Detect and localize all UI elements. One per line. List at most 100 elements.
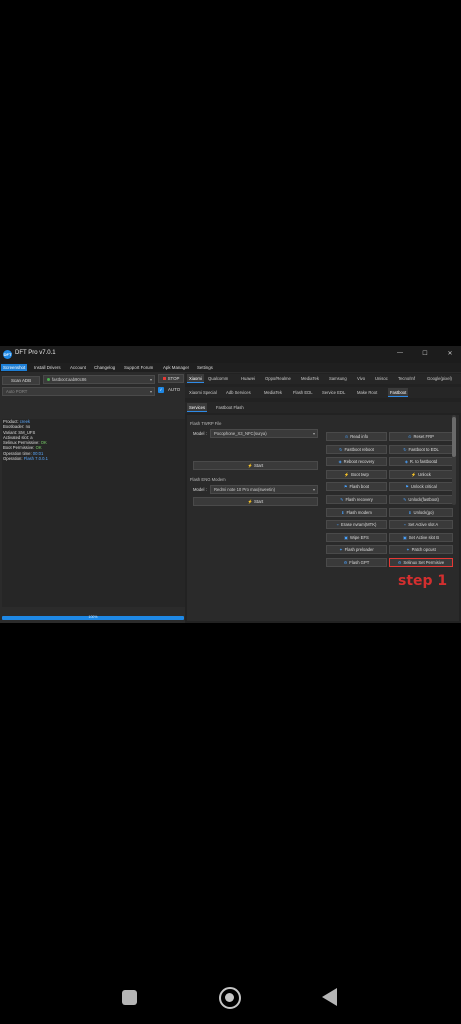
stop-icon <box>162 377 166 381</box>
eng-start-button[interactable]: ⚡ Start <box>193 497 318 506</box>
log-key: Operation time: <box>3 450 33 456</box>
twrp-model-value: Pocophone_X3_NFC(surya) <box>214 431 267 436</box>
port-select[interactable]: Auto PORT ▾ <box>2 387 155 396</box>
service-button-0-0[interactable]: ⊙ Read info <box>326 432 387 441</box>
fastboot-tab-0[interactable]: Services <box>187 403 208 412</box>
service-button-6-0[interactable]: ⬇ Flash modem <box>326 507 387 517</box>
vendor-tab-8[interactable]: Tecno/Inf <box>396 374 417 383</box>
menu-changelog[interactable]: Changelog <box>92 364 117 371</box>
subtab-5[interactable]: Make Root <box>355 388 379 397</box>
service-button-9-0[interactable]: ✦ Flash preloader <box>326 545 387 555</box>
service-label: Selinux Set Permisive <box>403 560 445 565</box>
twrp-start-button[interactable]: ⚡ Start <box>193 461 318 470</box>
service-button-10-0[interactable]: ⚙ Flash GPT <box>326 558 387 567</box>
service-button-1-1[interactable]: ↻ Fastboot to EDL <box>389 444 453 454</box>
service-icon: ⚡ <box>411 471 417 477</box>
menu-screenshot[interactable]: Screenshot <box>1 364 28 371</box>
service-label: Wipe EFS <box>349 534 369 540</box>
service-icon: ⊙ <box>408 434 412 439</box>
vendor-tab-2[interactable]: Huawei <box>239 374 257 383</box>
log-value: no <box>25 424 31 430</box>
subtab-0[interactable]: Xiaomi Special <box>187 388 219 397</box>
vendor-tab-1[interactable]: Qualcomm <box>206 374 230 383</box>
stop-button[interactable]: STOP <box>158 374 184 383</box>
vendor-tab-7[interactable]: Unisoc <box>373 374 390 383</box>
service-button-9-1[interactable]: ✦ Patch opcust <box>389 545 453 555</box>
vendor-tab-9[interactable]: Google(pixel) <box>425 374 454 383</box>
service-button-7-1[interactable]: ⌁ Set Active slot A <box>389 520 453 530</box>
menu-settings[interactable]: Settings <box>195 364 215 371</box>
menu-apk-manager[interactable]: Apk Manager <box>161 364 191 371</box>
service-button-2-1[interactable]: ◈ R. to fastbootd <box>389 457 453 467</box>
service-label: Flash preloader <box>344 547 374 553</box>
service-icon: ⬇ <box>408 509 412 515</box>
service-button-4-1[interactable]: ⚑ Unlock critical <box>389 482 453 492</box>
eng-model-select[interactable]: Redmi note 10 Pro max(sweetin) ▾ <box>210 485 318 494</box>
twrp-model-label: Model : <box>193 431 207 436</box>
auto-checkbox[interactable]: ✓ <box>158 387 164 393</box>
service-button-5-0[interactable]: ✎ Flash recovery <box>326 495 387 504</box>
vendor-tab-4[interactable]: MediaTek <box>299 374 321 383</box>
close-button[interactable]: ✕ <box>445 350 455 357</box>
service-icon: ✎ <box>340 497 344 502</box>
service-button-8-1[interactable]: ▣ Set Active slot B <box>389 532 453 542</box>
vendor-tab-5[interactable]: Samsung <box>327 374 349 383</box>
stop-label: STOP <box>167 376 180 381</box>
service-label: Reboot recovery <box>343 459 375 465</box>
service-button-5-1[interactable]: ✎ Unlock(fastboot) <box>389 495 453 504</box>
recent-apps-icon[interactable] <box>122 990 137 1005</box>
service-button-6-1[interactable]: ⬇ Unlock(go) <box>389 507 453 517</box>
service-button-7-0[interactable]: ⌁ Erase nvram(MTK) <box>326 520 387 530</box>
service-icon: ⌁ <box>403 522 407 528</box>
device-select[interactable]: fastboot:aab90c86 ▾ <box>43 375 155 384</box>
service-button-4-0[interactable]: ⚑ Flash boot <box>326 482 387 492</box>
log-value: creek <box>19 419 31 424</box>
twrp-group-label: Flash TWRP File <box>190 421 222 426</box>
eng-model-value: Redmi note 10 Pro max(sweetin) <box>214 487 275 492</box>
subtab-1[interactable]: Adb Services <box>224 388 253 397</box>
scan-adb-button[interactable]: Scan ADB <box>2 376 40 385</box>
service-label: Flash modem <box>346 509 372 515</box>
services-content: Flash TWRP File Model : Pocophone_X3_NFC… <box>187 415 459 621</box>
subtab-3[interactable]: Flash EDL <box>291 388 315 397</box>
service-label: Flash recovery <box>345 497 373 502</box>
subtab-6[interactable]: Fastboot <box>388 388 409 397</box>
service-button-8-0[interactable]: ▣ Wipe EFS <box>326 532 387 542</box>
fastboot-tab-1[interactable]: Fastboot Flash <box>214 403 246 412</box>
android-navigation-bar <box>0 966 461 1024</box>
vendor-tabs: Xiaomi Qualcomm Huawei Oppo/Realme MediaTek S… <box>185 374 461 384</box>
menu-support-forum[interactable]: Support Forum <box>122 364 155 371</box>
service-icon: ◈ <box>404 459 408 465</box>
chevron-down-icon: ▾ <box>312 431 315 436</box>
menu-install-drivers[interactable]: Install Drivers <box>32 364 63 371</box>
service-label: Boot twrp <box>351 471 369 477</box>
menu-account[interactable]: Account <box>68 364 88 371</box>
home-icon[interactable] <box>219 987 241 1009</box>
subtab-4[interactable]: Service EDL <box>320 388 347 397</box>
title-bar: DFT DFT Pro v7.0.1 — ☐ ✕ <box>0 346 461 363</box>
service-button-3-0[interactable]: ⚡ Boot twrp <box>326 469 387 479</box>
service-button-2-0[interactable]: ◈ Reboot recovery <box>326 457 387 467</box>
dft-pro-window: DFT DFT Pro v7.0.1 — ☐ ✕ Screenshot Inst… <box>0 346 461 623</box>
service-icon: ⚑ <box>405 484 409 490</box>
vendor-tab-3[interactable]: Oppo/Realme <box>263 374 293 383</box>
device-select-value: fastboot:aab90c86 <box>52 377 87 382</box>
back-icon[interactable] <box>322 988 337 1006</box>
minimize-button[interactable]: — <box>395 350 405 356</box>
vendor-tab-6[interactable]: Vivo <box>355 374 367 383</box>
twrp-model-select[interactable]: Pocophone_X3_NFC(surya) ▾ <box>210 429 318 438</box>
service-label: Reset FRP <box>413 434 434 439</box>
chevron-down-icon: ▾ <box>312 487 315 492</box>
maximize-button[interactable]: ☐ <box>420 350 430 357</box>
subtab-2[interactable]: MediaTek <box>262 388 284 397</box>
service-button-3-1[interactable]: ⚡ Unlock <box>389 469 453 479</box>
log-key: Selinux Permissive: <box>3 440 41 446</box>
service-button-1-0[interactable]: ↻ Fastboot reboot <box>326 444 387 454</box>
scrollbar[interactable] <box>452 415 456 505</box>
log-value: OK <box>40 440 47 446</box>
vendor-tab-0[interactable]: Xiaomi <box>187 374 204 383</box>
service-button-0-1[interactable]: ⊙ Reset FRP <box>389 432 453 441</box>
scrollbar-thumb[interactable] <box>452 417 456 457</box>
service-button-10-1[interactable]: ⚙ Selinux Set Permisive <box>389 558 453 567</box>
service-icon: ✎ <box>403 497 407 502</box>
